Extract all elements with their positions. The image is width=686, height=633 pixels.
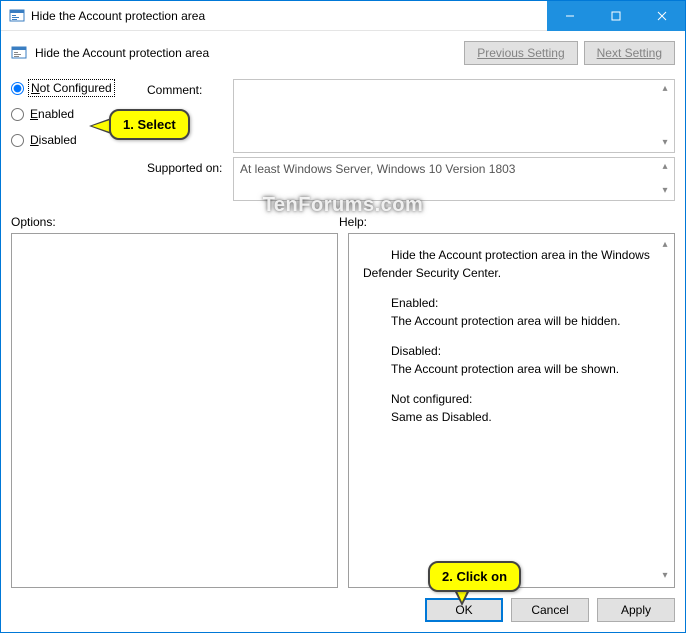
radio-not-configured-label: Not Configured: [30, 81, 113, 95]
radio-disabled-label: Disabled: [30, 133, 77, 147]
radio-enabled-label: Enabled: [30, 107, 74, 121]
help-disabled: Disabled: The Account protection area wi…: [363, 342, 660, 378]
callout-2: 2. Click on: [428, 561, 521, 592]
scroll-down-icon[interactable]: ▾: [658, 569, 672, 583]
help-label: Help:: [339, 215, 367, 229]
supported-on-text: At least Windows Server, Windows 10 Vers…: [240, 162, 515, 176]
callout-1: 1. Select: [109, 109, 190, 140]
help-notconfigured: Not configured: Same as Disabled.: [363, 390, 660, 426]
radio-enabled-input[interactable]: [11, 108, 24, 121]
scroll-up-icon[interactable]: ▴: [658, 82, 672, 96]
options-label: Options:: [11, 215, 339, 229]
callout-1-tail: [89, 118, 111, 134]
help-pane: Hide the Account protection area in the …: [348, 233, 675, 588]
supported-label: Supported on:: [147, 157, 227, 175]
scroll-up-icon[interactable]: ▴: [658, 238, 672, 252]
comment-textarea[interactable]: ▴ ▾: [233, 79, 675, 153]
minimize-button[interactable]: [547, 1, 593, 31]
radio-disabled-input[interactable]: [11, 134, 24, 147]
footer-buttons: OK Cancel Apply: [11, 588, 675, 622]
comment-label: Comment:: [147, 79, 227, 97]
window-controls: [547, 1, 685, 31]
previous-setting-button[interactable]: Previous Setting: [464, 41, 577, 65]
radio-not-configured-input[interactable]: [11, 82, 24, 95]
apply-button[interactable]: Apply: [597, 598, 675, 622]
supported-on-box: At least Windows Server, Windows 10 Vers…: [233, 157, 675, 201]
help-enabled: Enabled: The Account protection area wil…: [363, 294, 660, 330]
scroll-up-icon[interactable]: ▴: [658, 160, 672, 174]
policy-editor-window: Hide the Account protection area Hide th…: [0, 0, 686, 633]
help-text: Hide the Account protection area in the …: [349, 234, 674, 450]
radio-not-configured[interactable]: Not Configured: [11, 81, 141, 95]
titlebar: Hide the Account protection area: [1, 1, 685, 31]
maximize-button[interactable]: [593, 1, 639, 31]
close-button[interactable]: [639, 1, 685, 31]
policy-icon: [11, 45, 27, 61]
header-row: Hide the Account protection area Previou…: [11, 39, 675, 67]
panes: Hide the Account protection area in the …: [11, 233, 675, 588]
settings-grid: Not Configured Enabled Disabled Comment:…: [11, 79, 675, 201]
options-pane: [11, 233, 338, 588]
page-title: Hide the Account protection area: [35, 46, 458, 60]
cancel-button[interactable]: Cancel: [511, 598, 589, 622]
scroll-down-icon[interactable]: ▾: [658, 184, 672, 198]
scroll-down-icon[interactable]: ▾: [658, 136, 672, 150]
app-icon: [9, 8, 25, 24]
next-setting-button[interactable]: Next Setting: [584, 41, 675, 65]
pane-labels: Options: Help:: [11, 215, 675, 229]
help-intro: Hide the Account protection area in the …: [363, 246, 660, 282]
window-title: Hide the Account protection area: [31, 9, 547, 23]
